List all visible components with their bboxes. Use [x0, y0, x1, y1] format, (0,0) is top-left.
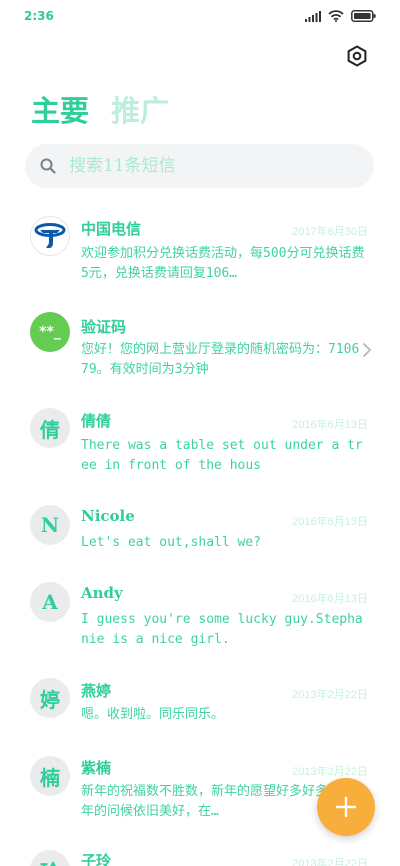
verification-code-avatar: **_ — [30, 312, 70, 352]
conversation-row[interactable]: **_ 验证码 您好！您的网上营业厅登录的随机密码为：710679。有效时间为3… — [0, 296, 400, 380]
china-telecom-logo-icon — [30, 216, 70, 256]
conversation-row[interactable]: 倩 倩倩 2016年6月13日 There was a table set ou… — [0, 394, 400, 478]
status-icons — [305, 10, 376, 22]
status-time: 2:36 — [24, 9, 54, 23]
settings-hexagon-icon — [347, 45, 367, 67]
conversation-row[interactable]: A Andy 2016年6月13日 I guess you're some lu… — [0, 568, 400, 652]
contact-avatar: 楠 — [30, 756, 70, 796]
contact-name: Nicole — [81, 507, 135, 525]
message-date: 2013年2月22日 — [292, 689, 368, 701]
message-date: 2016年6月13日 — [292, 419, 368, 431]
plus-icon — [335, 796, 357, 818]
search-input[interactable] — [67, 148, 351, 184]
battery-icon — [351, 10, 376, 22]
contact-name: 燕婷 — [81, 682, 112, 700]
contact-name: 中国电信 — [81, 220, 142, 238]
message-preview: 您好！您的网上营业厅登录的随机密码为：710679。有效时间为3分钟 — [81, 342, 360, 377]
message-preview: Let's eat out,shall we? — [81, 535, 262, 550]
message-date: 2016年6月13日 — [292, 516, 368, 528]
message-date: 2016年6月13日 — [292, 593, 368, 605]
message-preview: 嗯。收到啦。同乐同乐。 — [81, 707, 225, 722]
tab-bar: 主要 推广 — [31, 86, 169, 132]
message-preview: 欢迎参加积分兑换话费活动，每500分可兑换话费5元，兑换话费请回复106… — [81, 246, 365, 281]
conversation-row[interactable]: 中国电信 2017年6月30日 欢迎参加积分兑换话费活动，每500分可兑换话费5… — [0, 200, 400, 284]
wifi-icon — [328, 10, 344, 22]
status-bar: 2:36 — [0, 0, 400, 32]
conversation-row[interactable]: 婷 燕婷 2013年2月22日 嗯。收到啦。同乐同乐。 — [0, 666, 400, 750]
chevron-right-icon[interactable] — [362, 342, 372, 358]
contact-avatar: 玲 — [30, 850, 70, 866]
message-date: 2013年2月22日 — [292, 766, 368, 778]
search-bar[interactable] — [25, 144, 374, 188]
contact-avatar: 倩 — [30, 408, 70, 448]
contact-avatar: 婷 — [30, 678, 70, 718]
message-preview: There was a table set out under a tree i… — [81, 438, 363, 473]
contact-avatar: A — [30, 582, 70, 622]
message-date: 2017年6月30日 — [292, 226, 368, 238]
settings-button[interactable] — [341, 40, 373, 72]
conversation-row[interactable]: 玲 子玲 2013年2月22日 — [0, 842, 400, 866]
tab-primary[interactable]: 主要 — [31, 88, 89, 130]
tab-promotions[interactable]: 推广 — [111, 88, 169, 130]
new-message-button[interactable] — [317, 778, 375, 836]
message-preview: I guess you're some lucky guy.Stephanie … — [81, 612, 363, 647]
signal-icon — [305, 10, 321, 22]
contact-name: 紫楠 — [81, 759, 112, 777]
search-icon — [39, 157, 57, 175]
contact-avatar: N — [30, 505, 70, 545]
contact-name: Andy — [81, 584, 123, 602]
message-date: 2013年2月22日 — [292, 858, 368, 866]
conversation-row[interactable]: N Nicole 2016年6月13日 Let's eat out,shall … — [0, 491, 400, 575]
contact-name: 验证码 — [81, 318, 127, 336]
contact-name: 倩倩 — [81, 412, 112, 430]
contact-name: 子玲 — [81, 852, 112, 866]
